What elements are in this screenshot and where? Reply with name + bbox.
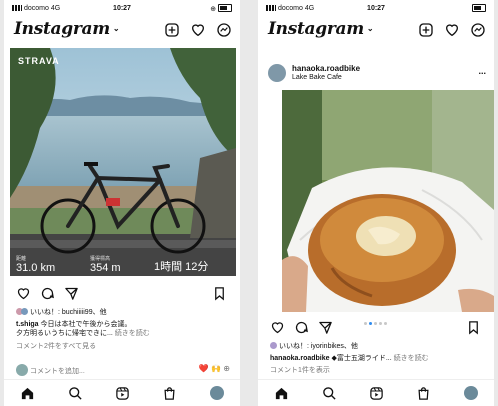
post-location[interactable]: Lake Bake Cafe [292, 74, 342, 81]
bookmark-icon[interactable] [212, 286, 227, 301]
post-image-strava[interactable]: STRAVA 距離 31.0 km 獲得標高 354 m 1時間 12分 [10, 48, 236, 276]
top-bar: Instagram ⌄ [4, 18, 240, 44]
app-logo[interactable]: Instagram ⌄ [14, 19, 120, 39]
activity-stats: 距離 31.0 km 獲得標高 354 m 1時間 12分 [10, 248, 236, 276]
heart-icon[interactable] [444, 22, 460, 38]
bread-photo [282, 90, 494, 312]
chevron-down-icon[interactable]: ⌄ [367, 23, 374, 33]
feed-screen-right: docomo 4G 10:27 Instagram ⌄ hanaoka.roadb… [258, 0, 494, 406]
avatar [16, 364, 28, 376]
comment-icon[interactable] [40, 286, 55, 301]
likes-row[interactable]: いいね！: buchiiiii99、他 [16, 308, 232, 317]
bookmark-icon[interactable] [466, 320, 481, 335]
caption-username[interactable]: t.shiga [16, 321, 39, 328]
chevron-down-icon[interactable]: ⌄ [113, 23, 120, 33]
bike-photo [10, 48, 236, 276]
bottom-nav [4, 379, 240, 406]
caption-more[interactable]: 続きを読む [394, 355, 429, 362]
heart-icon[interactable] [190, 22, 206, 38]
carousel-dot [379, 322, 382, 325]
status-icons: ⊕ [210, 4, 232, 13]
caption-text: ◆富士五湖ライド... [331, 355, 392, 362]
shop-icon[interactable] [162, 386, 177, 401]
shop-icon[interactable] [416, 386, 431, 401]
more-options-icon[interactable]: ... [478, 66, 486, 76]
search-icon[interactable] [68, 386, 83, 401]
reaction-heart[interactable]: ❤️ [199, 364, 209, 373]
add-reaction-icon[interactable]: ⊕ [223, 364, 230, 373]
feed-screen-left: docomo 4G 10:27 ⊕ Instagram ⌄ STRAVA 距離 … [4, 0, 240, 406]
clock: 10:27 [113, 5, 131, 12]
carousel-dot [374, 322, 377, 325]
caption-username[interactable]: hanaoka.roadbike [270, 355, 330, 362]
battery-icon [472, 4, 486, 12]
liker-avatar [21, 308, 28, 315]
post-author-avatar[interactable] [268, 64, 286, 82]
battery-icon [218, 4, 232, 12]
reels-icon[interactable] [369, 386, 384, 401]
new-post-icon[interactable] [418, 22, 434, 38]
status-bar: docomo 4G 10:27 ⊕ [4, 0, 240, 16]
post-header: hanaoka.roadbike Lake Bake Cafe ... [266, 62, 486, 86]
app-logo[interactable]: Instagram ⌄ [268, 19, 374, 39]
profile-avatar[interactable] [209, 386, 224, 400]
post-image-bread[interactable] [282, 90, 494, 312]
share-icon[interactable] [64, 286, 79, 301]
strava-logo: STRAVA [18, 56, 60, 66]
like-icon[interactable] [16, 286, 31, 301]
home-icon[interactable] [274, 386, 289, 401]
post-actions [4, 286, 240, 304]
home-icon[interactable] [20, 386, 35, 401]
top-bar: Instagram ⌄ [258, 18, 494, 44]
comment-icon[interactable] [294, 320, 309, 335]
caption-more[interactable]: 続きを読む [115, 330, 150, 337]
search-icon[interactable] [322, 386, 337, 401]
post-username[interactable]: hanaoka.roadbike [292, 64, 360, 73]
caption-text: 今日は本社で午後から会議。 [40, 321, 132, 328]
carousel-indicator [364, 322, 387, 325]
reels-icon[interactable] [115, 386, 130, 401]
stat-elevation: 獲得標高 354 m [90, 256, 121, 274]
bottom-nav [258, 379, 494, 406]
like-icon[interactable] [270, 320, 285, 335]
carousel-dot [384, 322, 387, 325]
messenger-icon[interactable] [216, 22, 232, 38]
likes-row[interactable]: いいね！: iyorinbikes、他 [270, 342, 486, 351]
caption-text-2: 夕方明るいうちに帰宅できに... [16, 330, 113, 337]
likes-text: いいね！: buchiiiii99、他 [29, 309, 107, 316]
carousel-dot [369, 322, 372, 325]
status-bar: docomo 4G 10:27 [258, 0, 494, 16]
liker-avatar [270, 342, 277, 349]
view-comments-link[interactable]: コメント2件をすべて見る [16, 342, 232, 351]
view-comments-link[interactable]: コメント1件を表示 [270, 366, 486, 375]
carousel-dot [364, 322, 367, 325]
add-comment-row: コメントを追加... ❤️ 🙌 ⊕ [16, 364, 232, 376]
likes-text: いいね！: iyorinbikes、他 [278, 343, 358, 350]
profile-avatar[interactable] [463, 386, 478, 400]
messenger-icon[interactable] [470, 22, 486, 38]
status-icons [472, 4, 486, 13]
share-icon[interactable] [318, 320, 333, 335]
stat-time: 1時間 12分 [154, 261, 209, 273]
caption: hanaoka.roadbike ◆富士五湖ライド... 続きを読む [270, 354, 486, 363]
reaction-hands[interactable]: 🙌 [211, 364, 221, 373]
caption: t.shiga 今日は本社で午後から会議。 夕方明るいうちに帰宅できに... 続… [16, 320, 232, 338]
add-comment-input[interactable]: コメントを追加... [30, 368, 85, 375]
stat-distance: 距離 31.0 km [16, 256, 56, 274]
clock: 10:27 [367, 5, 385, 12]
new-post-icon[interactable] [164, 22, 180, 38]
